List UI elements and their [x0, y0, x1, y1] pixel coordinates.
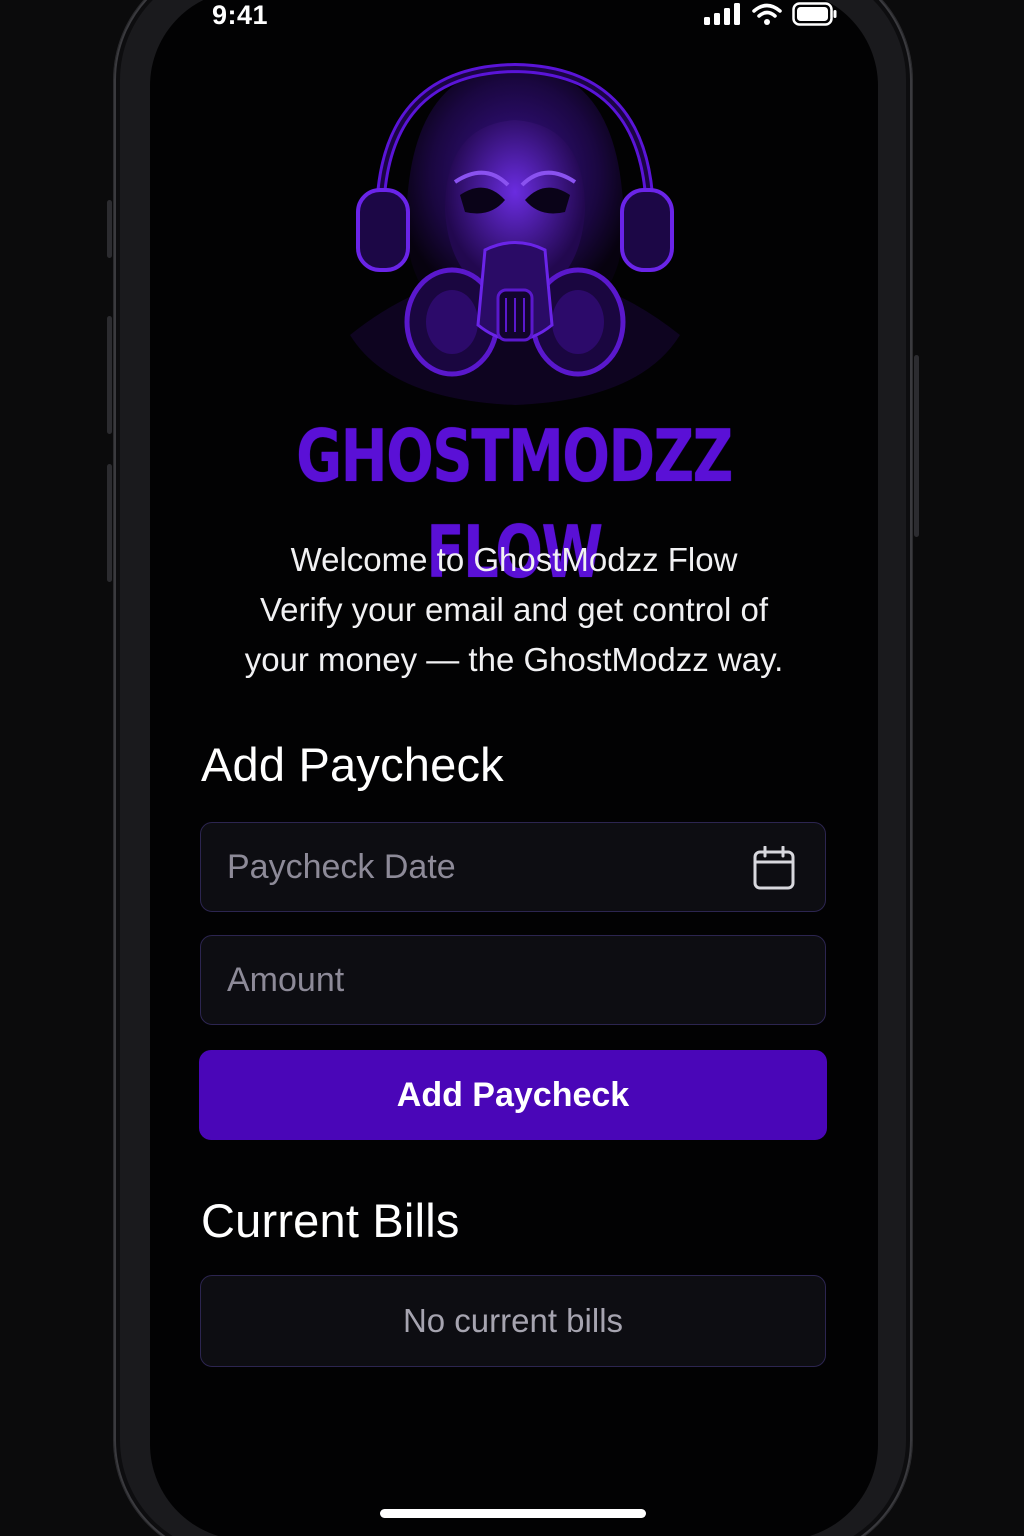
welcome-message: Welcome to GhostModzz Flow Verify your e…	[180, 535, 848, 685]
add-paycheck-button[interactable]: Add Paycheck	[199, 1050, 827, 1140]
status-icons	[704, 2, 838, 26]
status-time: 9:41	[212, 0, 269, 30]
add-paycheck-heading: Add Paycheck	[201, 738, 504, 791]
welcome-line: your money — the GhostModzz way.	[244, 641, 784, 678]
action-button	[107, 200, 112, 258]
welcome-line: Welcome to GhostModzz Flow	[290, 541, 738, 578]
bills-empty-state: No current bills	[200, 1275, 826, 1367]
ghost-gas-mask-logo	[350, 62, 680, 405]
paycheck-date-field[interactable]	[200, 822, 826, 912]
paycheck-date-input[interactable]	[227, 823, 727, 911]
calendar-icon[interactable]	[753, 846, 795, 890]
app-canvas: 9:41 GHOSTMODZZ FLOW Welcome to GhostMod…	[0, 0, 1024, 1536]
welcome-line: Verify your email and get control of	[259, 591, 769, 628]
wifi-icon	[752, 3, 782, 25]
power-button	[914, 355, 919, 537]
volume-up-button	[107, 316, 112, 434]
amount-field[interactable]	[200, 935, 826, 1025]
current-bills-heading: Current Bills	[201, 1194, 460, 1247]
volume-down-button	[107, 464, 112, 582]
amount-input[interactable]	[227, 936, 727, 1024]
cellular-signal-icon	[704, 3, 740, 25]
battery-icon	[792, 2, 837, 26]
home-indicator[interactable]	[380, 1509, 646, 1518]
phone-screen: 9:41 GHOSTMODZZ FLOW Welcome to GhostMod…	[150, 0, 878, 1536]
